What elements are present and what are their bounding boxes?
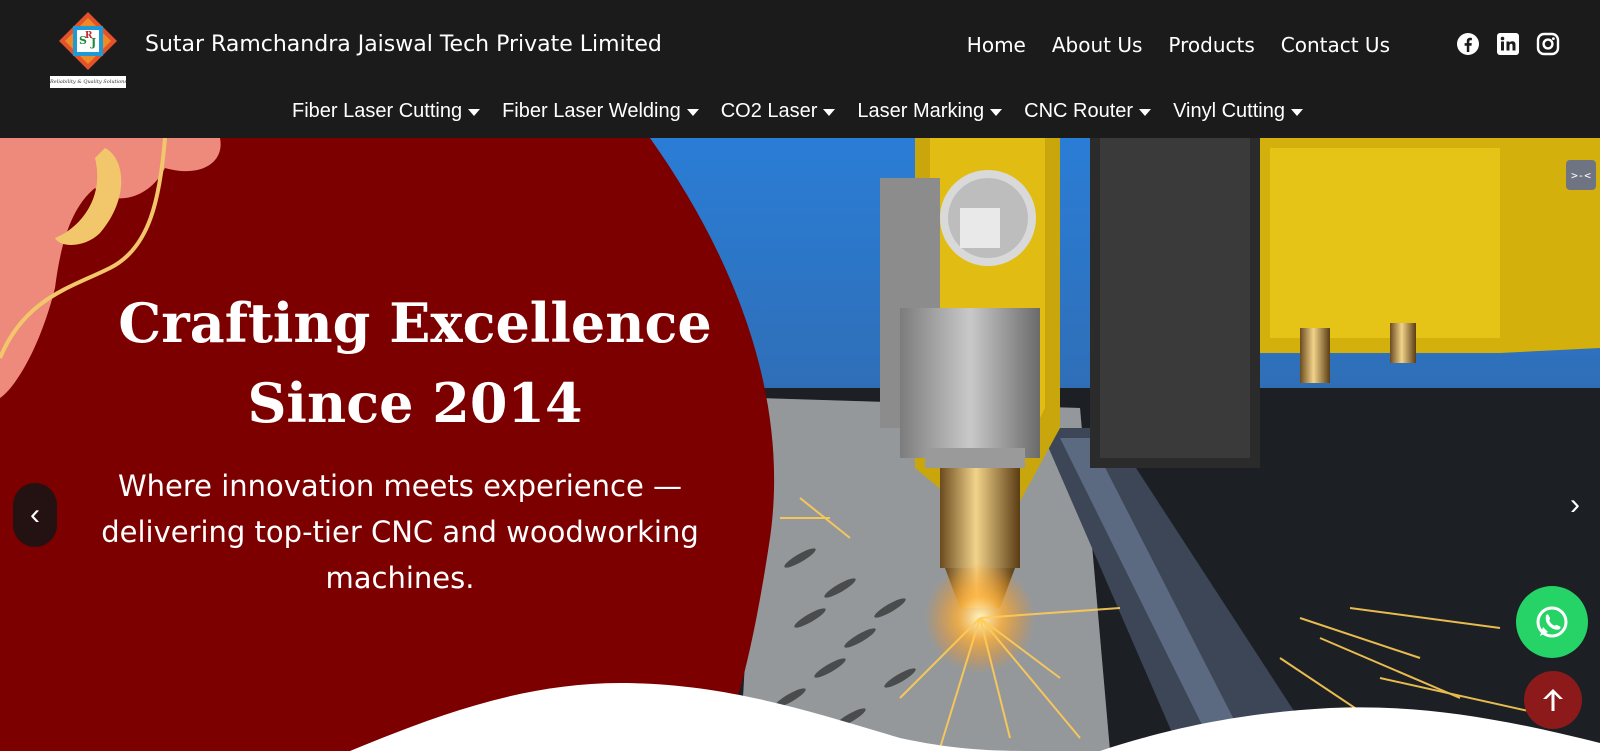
company-name[interactable]: Sutar Ramchandra Jaiswal Tech Private Li… — [145, 32, 662, 57]
nav-home[interactable]: Home — [967, 33, 1026, 57]
category-cnc-router[interactable]: CNC Router — [1024, 100, 1152, 123]
caret-down-icon — [1290, 109, 1303, 116]
hero-headline: Crafting Excellence Since 2014 — [100, 283, 730, 443]
category-label: Laser Marking — [857, 100, 985, 122]
hero-background-image — [0, 138, 1600, 751]
category-navigation: Fiber Laser Cutting Fiber Laser Welding … — [0, 100, 1600, 123]
hero-headline-line-1: Crafting Excellence — [118, 291, 712, 355]
hero-slider: Crafting Excellence Since 2014 Where inn… — [0, 138, 1600, 751]
category-label: Fiber Laser Welding — [502, 100, 681, 122]
caret-down-icon — [823, 109, 836, 116]
caret-down-icon — [990, 109, 1003, 116]
hero-subheadline-line-2: delivering top-tier CNC and woodworking — [101, 515, 699, 549]
site-header: S R J Reliability & Quality Solutions Su… — [0, 0, 1600, 138]
chevron-right-icon: › — [1570, 488, 1580, 521]
nav-contact-us[interactable]: Contact Us — [1281, 33, 1390, 57]
hero-subheadline-line-1: Where innovation meets experience — — [117, 469, 683, 503]
facebook-icon[interactable] — [1456, 32, 1480, 56]
category-label: Vinyl Cutting — [1173, 100, 1285, 122]
whatsapp-button[interactable] — [1516, 586, 1588, 658]
category-vinyl-cutting[interactable]: Vinyl Cutting — [1173, 100, 1303, 123]
slider-next-button[interactable]: › — [1570, 488, 1580, 522]
logo-letter-j: J — [90, 36, 96, 49]
category-co2-laser[interactable]: CO2 Laser — [721, 100, 836, 123]
linkedin-icon[interactable] — [1496, 32, 1520, 56]
whatsapp-icon — [1536, 606, 1568, 638]
slider-prev-button[interactable]: ‹ — [13, 483, 57, 547]
instagram-icon[interactable] — [1536, 32, 1560, 56]
category-fiber-laser-welding[interactable]: Fiber Laser Welding — [502, 100, 699, 123]
caret-down-icon — [1139, 109, 1152, 116]
nav-about-us[interactable]: About Us — [1052, 33, 1143, 57]
category-label: CO2 Laser — [720, 100, 818, 122]
chevron-left-icon: ‹ — [30, 498, 40, 531]
caret-down-icon — [686, 109, 699, 116]
company-logo[interactable]: S R J Reliability & Quality Solutions — [50, 12, 126, 90]
collapse-icon[interactable]: >-< — [1566, 160, 1596, 190]
logo-tagline: Reliability & Quality Solutions — [50, 76, 126, 88]
category-laser-marking[interactable]: Laser Marking — [857, 100, 1003, 123]
hero-subheadline-line-3: machines. — [325, 561, 475, 595]
category-label: Fiber Laser Cutting — [292, 100, 463, 122]
hero-headline-line-2: Since 2014 — [247, 371, 583, 435]
hero-subheadline: Where innovation meets experience — deli… — [90, 463, 710, 601]
category-fiber-laser-cutting[interactable]: Fiber Laser Cutting — [292, 100, 481, 123]
caret-down-icon — [468, 109, 481, 116]
category-label: CNC Router — [1024, 100, 1134, 122]
social-links — [1456, 32, 1560, 56]
nav-products[interactable]: Products — [1168, 33, 1254, 57]
back-to-top-button[interactable] — [1524, 671, 1582, 729]
logo-emblem-icon: S R J — [59, 12, 117, 70]
top-navigation: Home About Us Products Contact Us — [967, 33, 1390, 57]
arrow-up-icon — [1543, 689, 1563, 711]
